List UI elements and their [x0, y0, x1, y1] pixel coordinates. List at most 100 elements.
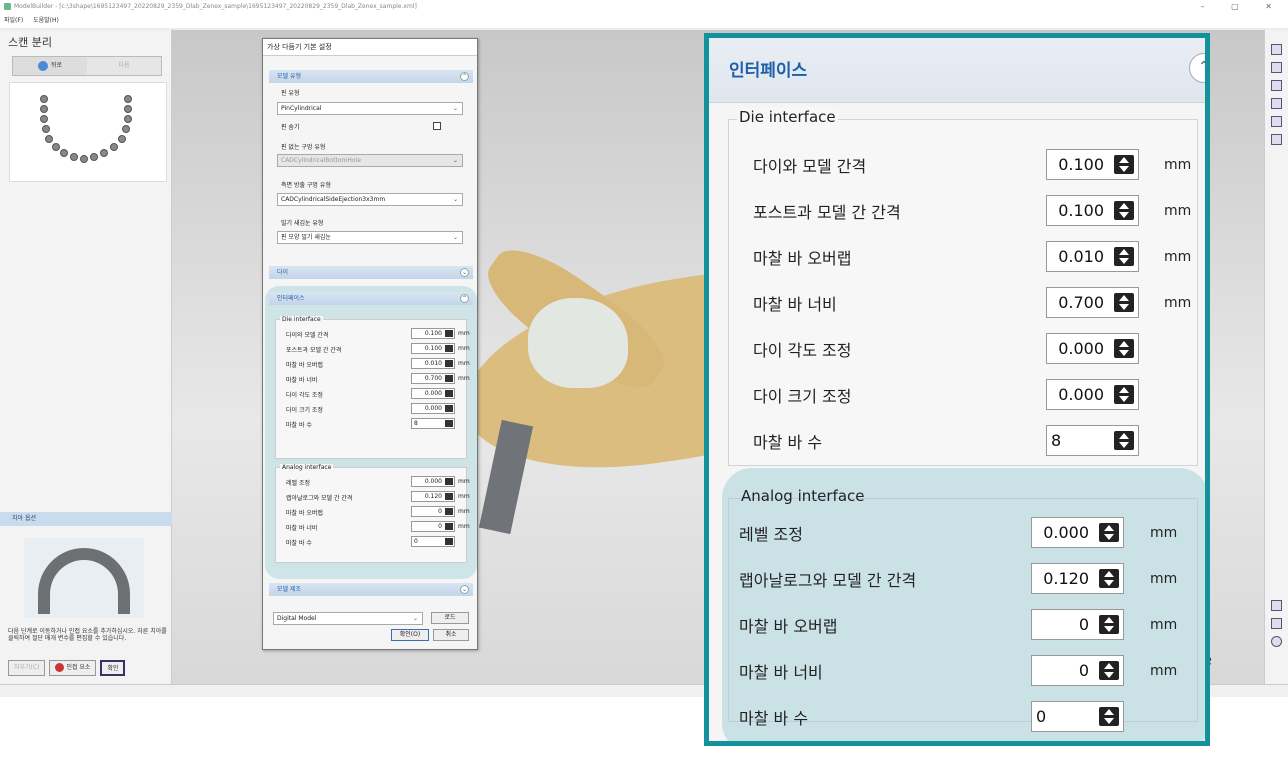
spin-arrows-icon[interactable]: [445, 405, 453, 412]
collapse-icon[interactable]: ⌃: [460, 294, 469, 303]
spin-arrows-icon[interactable]: [445, 420, 453, 427]
expand-icon[interactable]: ⌄: [460, 268, 469, 277]
tooth-icon[interactable]: [42, 125, 50, 133]
spin-arrows-icon[interactable]: [445, 360, 453, 367]
die-param-spinbox[interactable]: 0.700: [1046, 287, 1139, 318]
tooth-icon[interactable]: [100, 149, 108, 157]
die-param-spinbox[interactable]: 8: [411, 418, 455, 429]
spin-arrows-icon[interactable]: [1114, 155, 1134, 174]
analog-param-spinbox[interactable]: 0: [411, 536, 455, 547]
spin-arrows-icon[interactable]: [1114, 201, 1134, 220]
model-make-header[interactable]: 모델 제조 ⌄: [269, 583, 473, 596]
tooth-icon[interactable]: [45, 135, 53, 143]
tooth-options-header[interactable]: 치아 옵션: [0, 512, 172, 526]
menu-help[interactable]: 도움말(H): [33, 17, 59, 24]
die-param-spinbox[interactable]: 0.000: [1046, 333, 1139, 364]
analog-param-spinbox[interactable]: 0: [1031, 701, 1124, 732]
spin-arrows-icon[interactable]: [445, 523, 453, 530]
cancel-button[interactable]: 취소: [433, 629, 469, 641]
tooth-icon[interactable]: [70, 153, 78, 161]
ok-button[interactable]: 확인(O): [391, 629, 429, 641]
spin-arrows-icon[interactable]: [445, 478, 453, 485]
menu-file[interactable]: 파일(F): [4, 17, 23, 24]
die-header[interactable]: 다이 ⌄: [269, 266, 473, 279]
tool-icon[interactable]: [1271, 600, 1282, 611]
die-param-spinbox[interactable]: 8: [1046, 425, 1139, 456]
spin-arrows-icon[interactable]: [1114, 293, 1134, 312]
tooth-icon[interactable]: [124, 105, 132, 113]
no-pin-hole-select[interactable]: CADCylindricalBottomHole ⌄: [277, 154, 463, 167]
spin-arrows-icon[interactable]: [445, 508, 453, 515]
die-param-spinbox[interactable]: 0.100: [1046, 195, 1139, 226]
view-icon[interactable]: [1271, 134, 1282, 145]
tooth-icon[interactable]: [90, 153, 98, 161]
tooth-icon[interactable]: [124, 115, 132, 123]
model-type-header[interactable]: 모델 유형 ⌃: [269, 70, 473, 83]
spin-arrows-icon[interactable]: [445, 538, 453, 545]
analog-param-spinbox[interactable]: 0.000: [411, 476, 455, 487]
view-icon[interactable]: [1271, 116, 1282, 127]
analog-param-spinbox[interactable]: 0: [1031, 609, 1124, 640]
analog-param-spinbox[interactable]: 0.000: [1031, 517, 1124, 548]
spin-arrows-icon[interactable]: [1114, 385, 1134, 404]
spin-arrows-icon[interactable]: [1099, 523, 1119, 542]
tooth-icon[interactable]: [80, 155, 88, 163]
die-param-spinbox[interactable]: 0.000: [411, 403, 455, 414]
add-adjacent-button[interactable]: 인접 요소: [49, 660, 97, 676]
spin-arrows-icon[interactable]: [1099, 661, 1119, 680]
spin-arrows-icon[interactable]: [1099, 707, 1119, 726]
analog-param-spinbox[interactable]: 0: [1031, 655, 1124, 686]
remove-button[interactable]: 지우기(C): [8, 660, 46, 676]
model-select[interactable]: Digital Model ⌄: [273, 612, 423, 625]
pin-hide-checkbox[interactable]: [433, 122, 441, 130]
spin-arrows-icon[interactable]: [1114, 339, 1134, 358]
view-icon[interactable]: [1271, 80, 1282, 91]
interface-header[interactable]: 인터페이스 ⌃: [269, 292, 473, 305]
spin-arrows-icon[interactable]: [445, 493, 453, 500]
window-controls[interactable]: – ▢ ✕: [1201, 0, 1284, 14]
side-eject-select[interactable]: CADCylindricalSideEjection3x3mm ⌄: [277, 193, 463, 206]
spin-arrows-icon[interactable]: [445, 375, 453, 382]
tooth-icon[interactable]: [40, 105, 48, 113]
spin-arrows-icon[interactable]: [445, 330, 453, 337]
engraving-select[interactable]: 핀 모양 밀기 새김눈 ⌄: [277, 231, 463, 244]
tooth-icon[interactable]: [40, 115, 48, 123]
confirm-button[interactable]: 확인: [100, 660, 126, 676]
spin-arrows-icon[interactable]: [1099, 615, 1119, 634]
view-icon[interactable]: [1271, 62, 1282, 73]
spin-arrows-icon[interactable]: [445, 345, 453, 352]
view-icon[interactable]: [1271, 44, 1282, 55]
tooth-icon[interactable]: [110, 143, 118, 151]
spin-arrows-icon[interactable]: [1114, 247, 1134, 266]
collapse-icon[interactable]: ⌃: [460, 72, 469, 81]
pin-type-select[interactable]: PinCylindrical ⌄: [277, 102, 463, 115]
tooth-icon[interactable]: [60, 149, 68, 157]
die-param-spinbox[interactable]: 0.010: [411, 358, 455, 369]
tool-icon[interactable]: [1271, 618, 1282, 629]
next-button[interactable]: 다음: [87, 57, 161, 75]
view-icon[interactable]: [1271, 98, 1282, 109]
die-param-spinbox[interactable]: 0.100: [1046, 149, 1139, 180]
spin-arrows-icon[interactable]: [1099, 569, 1119, 588]
die-param-spinbox[interactable]: 0.100: [411, 328, 455, 339]
analog-param-spinbox[interactable]: 0: [411, 506, 455, 517]
analog-param-spinbox[interactable]: 0.120: [1031, 563, 1124, 594]
spin-arrows-icon[interactable]: [1114, 431, 1134, 450]
color-wheel-icon[interactable]: [1271, 636, 1282, 647]
load-button[interactable]: 로드: [431, 612, 469, 624]
spin-arrows-icon[interactable]: [445, 390, 453, 397]
tooth-icon[interactable]: [118, 135, 126, 143]
tooth-chart[interactable]: [9, 82, 167, 182]
die-param-spinbox[interactable]: 0.100: [411, 343, 455, 354]
back-button[interactable]: 뒤로: [13, 57, 87, 75]
interface-zoom-header[interactable]: 인터페이스 ⌃: [709, 38, 1205, 103]
tooth-icon[interactable]: [40, 95, 48, 103]
tooth-icon[interactable]: [124, 95, 132, 103]
collapse-icon[interactable]: ⌃: [1189, 53, 1205, 83]
analog-param-spinbox[interactable]: 0: [411, 521, 455, 532]
die-param-spinbox[interactable]: 0.700: [411, 373, 455, 384]
tooth-icon[interactable]: [52, 143, 60, 151]
die-param-spinbox[interactable]: 0.000: [1046, 379, 1139, 410]
die-param-spinbox[interactable]: 0.010: [1046, 241, 1139, 272]
tooth-icon[interactable]: [122, 125, 130, 133]
